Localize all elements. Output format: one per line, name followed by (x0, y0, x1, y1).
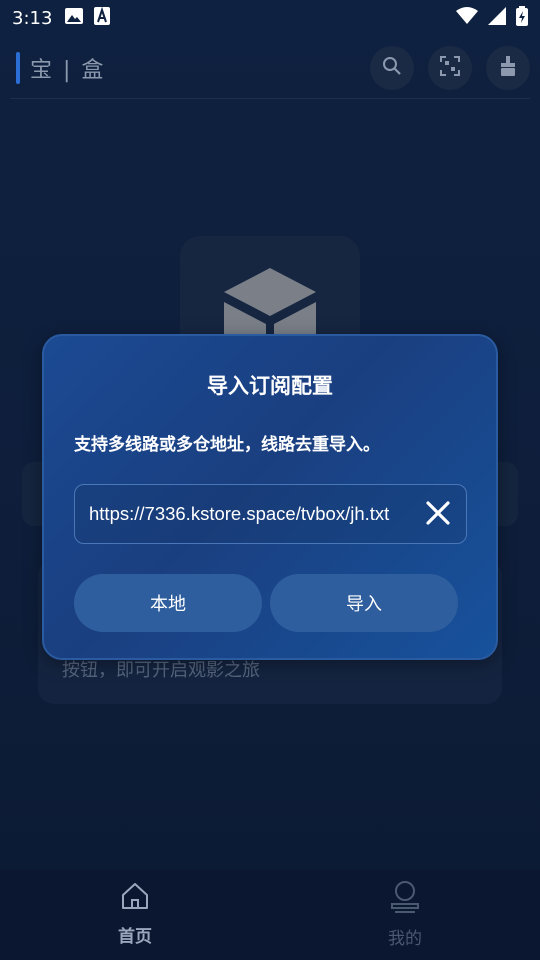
url-input-value[interactable]: https://7336.kstore.space/tvbox/jh.txt (89, 503, 411, 525)
nav-label-profile: 我的 (388, 929, 422, 949)
battery-icon (516, 5, 528, 31)
clear-input-button[interactable] (422, 499, 454, 531)
status-bar: 3:13 (0, 0, 540, 36)
import-subscription-dialog: 导入订阅配置 支持多线路或多仓地址，线路去重导入。 https://7336.k… (42, 334, 498, 660)
url-input[interactable]: https://7336.kstore.space/tvbox/jh.txt (74, 484, 467, 544)
header-divider (10, 98, 530, 99)
close-icon (425, 500, 451, 530)
search-button[interactable] (370, 46, 414, 90)
status-time: 3:13 (12, 7, 53, 29)
broom-icon (499, 56, 517, 80)
app-header: 宝 | 盒 (16, 44, 530, 92)
text-a-icon (94, 6, 111, 30)
import-button[interactable]: 导入 (270, 574, 458, 632)
signal-icon (488, 6, 506, 30)
nav-item-home[interactable]: 首页 (0, 870, 270, 960)
status-right-icons (456, 5, 528, 31)
header-actions (370, 46, 530, 90)
scan-button[interactable] (428, 46, 472, 90)
dialog-title: 导入订阅配置 (207, 374, 333, 398)
image-icon (64, 7, 84, 30)
scan-icon (440, 56, 460, 80)
bottom-nav: 首页 我的 (0, 870, 540, 960)
clean-button[interactable] (486, 46, 530, 90)
home-icon (119, 880, 151, 916)
nav-item-profile[interactable]: 我的 (270, 870, 540, 960)
nav-label-home: 首页 (118, 927, 152, 947)
title-accent-bar (16, 52, 20, 84)
search-icon (382, 56, 402, 80)
wifi-icon (456, 6, 478, 30)
local-button[interactable]: 本地 (74, 574, 262, 632)
profile-icon (389, 880, 421, 918)
app-title: 宝 | 盒 (30, 58, 106, 83)
dialog-description: 支持多线路或多仓地址，线路去重导入。 (74, 435, 380, 455)
